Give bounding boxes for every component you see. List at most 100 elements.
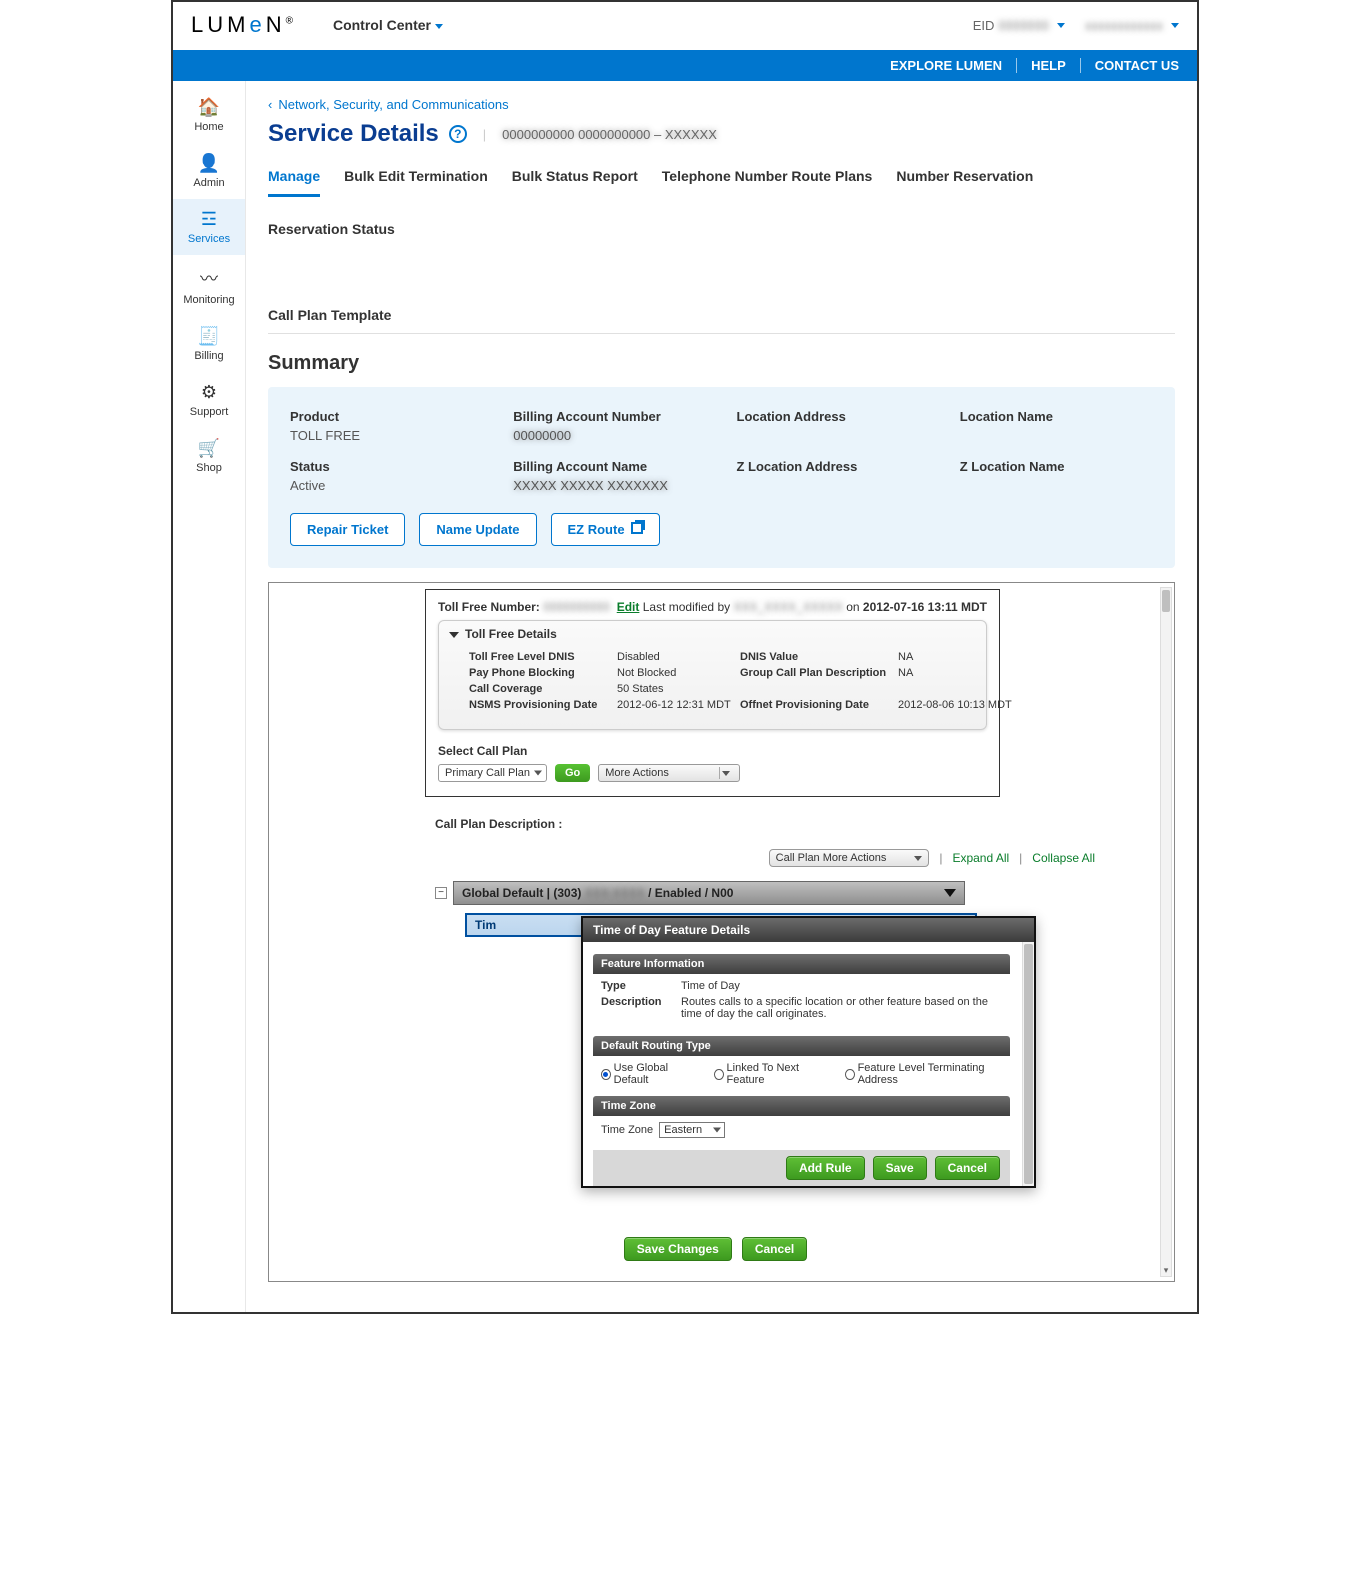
sidenav-item-home[interactable]: 🏠Home — [173, 87, 245, 143]
call-plan-description-label: Call Plan Description : — [435, 817, 1156, 831]
repair-ticket-button[interactable]: Repair Ticket — [290, 513, 405, 546]
tab-bulk-status-report[interactable]: Bulk Status Report — [512, 168, 638, 197]
chevron-down-icon — [1057, 23, 1065, 28]
add-rule-button[interactable]: Add Rule — [786, 1156, 865, 1180]
topbar: LUMeN® Control Center EID 0000000 xxxxxx… — [173, 2, 1197, 50]
go-button[interactable]: Go — [555, 764, 590, 782]
sidenav-item-admin[interactable]: 👤Admin — [173, 143, 245, 199]
contact-us-link[interactable]: CONTACT US — [1081, 58, 1179, 73]
scroll-down-icon[interactable]: ▾ — [1161, 1265, 1171, 1277]
radio-icon — [845, 1069, 855, 1080]
admin-icon: 👤 — [173, 153, 245, 174]
sidenav-item-billing[interactable]: 🧾Billing — [173, 316, 245, 372]
chevron-down-icon — [914, 856, 922, 861]
help-link[interactable]: HELP — [1017, 58, 1081, 73]
logo: LUMeN® — [191, 12, 293, 38]
save-changes-button[interactable]: Save Changes — [624, 1237, 732, 1261]
summary-heading: Summary — [268, 352, 1175, 375]
summary-cell: StatusActive — [290, 459, 483, 493]
detail-value: 2012-06-12 12:31 MDT — [617, 699, 732, 711]
summary-cell: Z Location Name — [960, 459, 1153, 493]
more-actions-dropdown[interactable]: More Actions — [598, 764, 740, 782]
detail-key: Offnet Provisioning Date — [740, 699, 890, 711]
title-meta: 0000000000 0000000000 – XXXXXX — [502, 127, 717, 142]
detail-key: Toll Free Level DNIS — [469, 651, 609, 663]
select-plan-label: Select Call Plan — [438, 744, 987, 758]
triangle-down-icon[interactable] — [944, 889, 956, 897]
scrollbar[interactable]: ▴ ▾ — [1160, 587, 1172, 1277]
detail-value: Disabled — [617, 651, 732, 663]
name-update-button[interactable]: Name Update — [419, 513, 536, 546]
user-dropdown[interactable]: xxxxxxxxxxxx — [1085, 18, 1179, 33]
sidenav-item-monitoring[interactable]: 〰Monitoring — [173, 255, 245, 316]
chevron-down-icon — [1171, 23, 1179, 28]
toll-free-details-toggle[interactable]: Toll Free Details — [439, 621, 986, 647]
cancel-button[interactable]: Cancel — [742, 1237, 807, 1261]
expand-all-link[interactable]: Expand All — [952, 851, 1009, 865]
routing-radio-0[interactable]: Use Global Default — [601, 1062, 692, 1086]
tabs: Manage Bulk Edit Termination Bulk Status R… — [268, 168, 1175, 334]
scroll-thumb[interactable] — [1024, 944, 1033, 1184]
support-icon: ⚙ — [173, 382, 245, 403]
chevron-down-icon — [722, 771, 730, 776]
explore-lumen-link[interactable]: EXPLORE LUMEN — [876, 58, 1017, 73]
page-title: Service Details — [268, 120, 439, 148]
tab-reservation-status[interactable]: Reservation Status — [268, 221, 395, 247]
call-plan-more-actions-dropdown[interactable]: Call Plan More Actions — [769, 849, 930, 867]
radio-icon — [714, 1069, 724, 1080]
tab-call-plan-template[interactable]: Call Plan Template — [268, 307, 391, 333]
shop-icon: 🛒 — [173, 438, 245, 459]
scroll-thumb[interactable] — [1162, 590, 1170, 612]
time-zone-header: Time Zone — [593, 1096, 1010, 1116]
sidenav-item-shop[interactable]: 🛒Shop — [173, 428, 245, 484]
detail-key: NSMS Provisioning Date — [469, 699, 609, 711]
breadcrumb[interactable]: ‹Network, Security, and Communications — [268, 97, 1175, 112]
feature-key: Description — [601, 996, 671, 1020]
monitoring-icon: 〰 — [173, 265, 245, 291]
summary-cell: Billing Account Number00000000 — [513, 409, 706, 443]
control-center-dropdown[interactable]: Control Center — [333, 17, 443, 33]
summary-cell: Billing Account NameXXXXX XXXXX XXXXXXX — [513, 459, 706, 493]
modal-cancel-button[interactable]: Cancel — [935, 1156, 1000, 1180]
detail-key: Pay Phone Blocking — [469, 667, 609, 679]
services-icon: ☲ — [173, 209, 245, 230]
eid-dropdown[interactable]: EID 0000000 — [973, 18, 1065, 33]
detail-value: 2012-08-06 10:13 MDT — [898, 699, 1018, 711]
tab-bulk-edit-termination[interactable]: Bulk Edit Termination — [344, 168, 488, 197]
feature-key: Type — [601, 980, 671, 992]
time-zone-label: Time Zone — [601, 1124, 653, 1136]
detail-key: Group Call Plan Description — [740, 667, 890, 679]
summary-cell: ProductTOLL FREE — [290, 409, 483, 443]
billing-icon: 🧾 — [173, 326, 245, 347]
modal-save-button[interactable]: Save — [873, 1156, 927, 1180]
utility-bar: EXPLORE LUMEN HELP CONTACT US — [173, 50, 1197, 81]
routing-type-header: Default Routing Type — [593, 1036, 1010, 1056]
sidenav-item-services[interactable]: ☲Services — [173, 199, 245, 255]
detail-value — [898, 683, 1018, 695]
collapse-toggle[interactable]: − — [435, 887, 447, 899]
summary-card: ProductTOLL FREE Billing Account Number00… — [268, 387, 1175, 568]
call-plan-select[interactable]: Primary Call Plan — [438, 764, 547, 782]
feature-value: Time of Day — [681, 980, 1002, 992]
modal-scrollbar[interactable] — [1022, 942, 1034, 1186]
detail-value: NA — [898, 651, 1018, 663]
tab-telephone-number-route-plans[interactable]: Telephone Number Route Plans — [662, 168, 873, 197]
feature-value: Routes calls to a specific location or o… — [681, 996, 1002, 1020]
ez-route-button[interactable]: EZ Route — [551, 513, 660, 546]
routing-radio-2[interactable]: Feature Level Terminating Address — [845, 1062, 1002, 1086]
plan-node-bar[interactable]: Global Default | (303) XXX-XXXX / Enable… — [453, 881, 965, 905]
help-icon[interactable]: ? — [449, 125, 467, 143]
feature-info-header: Feature Information — [593, 954, 1010, 974]
sidenav-item-support[interactable]: ⚙Support — [173, 372, 245, 428]
edit-link[interactable]: Edit — [617, 600, 640, 614]
tab-number-reservation[interactable]: Number Reservation — [896, 168, 1033, 197]
summary-cell: Location Name — [960, 409, 1153, 443]
detail-value: NA — [898, 667, 1018, 679]
time-zone-select[interactable]: Eastern — [659, 1122, 725, 1138]
detail-value: Not Blocked — [617, 667, 732, 679]
detail-key: Call Coverage — [469, 683, 609, 695]
routing-radio-1[interactable]: Linked To Next Feature — [714, 1062, 823, 1086]
tab-manage[interactable]: Manage — [268, 168, 320, 197]
side-nav: 🏠Home👤Admin☲Services〰Monitoring🧾Billing⚙… — [173, 81, 246, 1312]
collapse-all-link[interactable]: Collapse All — [1032, 851, 1095, 865]
